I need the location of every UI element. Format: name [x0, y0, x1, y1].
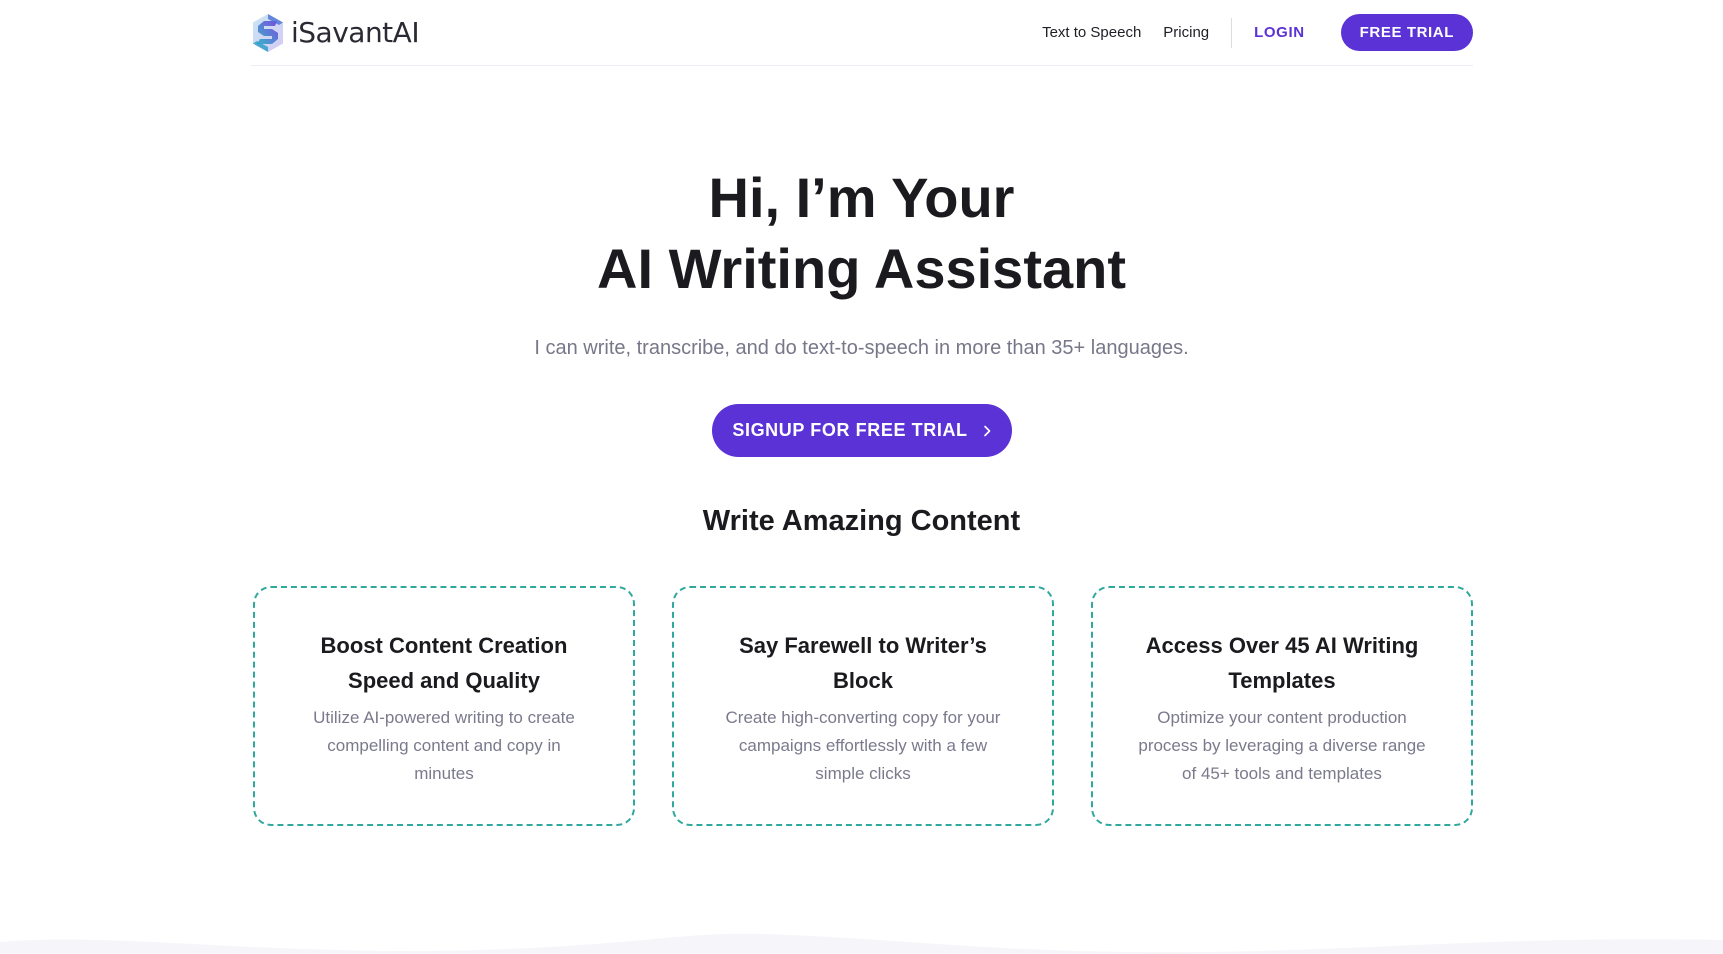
feature-card-description: Create high-converting copy for your cam… [710, 704, 1016, 788]
main-nav: Text to Speech Pricing LOGIN FREE TRIAL [1042, 13, 1473, 53]
card-desc-line: simple clicks [815, 764, 911, 783]
feature-card-writers-block: Say Farewell to Writer’s Block Create hi… [672, 586, 1054, 826]
feature-card-title: Boost Content Creation Speed and Quality [291, 628, 597, 698]
signup-button-label: SIGNUP FOR FREE TRIAL [732, 420, 968, 440]
nav-link-text-to-speech[interactable]: Text to Speech [1042, 24, 1141, 41]
card-desc-line: campaigns effortlessly with a few [738, 736, 988, 755]
feature-card-title: Say Farewell to Writer’s Block [710, 628, 1016, 698]
page: iSavantAI Text to Speech Pricing LOGIN F… [0, 0, 1723, 954]
hero-title-line-1: Hi, I’m Your [708, 166, 1015, 229]
card-title-line: Access Over 45 AI Writing [1145, 633, 1419, 658]
hero-title: Hi, I’m Your AI Writing Assistant [0, 162, 1723, 304]
card-title-line: Speed and Quality [348, 668, 540, 693]
card-title-line: Templates [1228, 668, 1336, 693]
hero-title-line-2: AI Writing Assistant [597, 237, 1126, 300]
login-link[interactable]: LOGIN [1254, 24, 1305, 41]
isavantai-logo-icon [253, 13, 283, 52]
features-section-title: Write Amazing Content [702, 505, 1021, 537]
bottom-wave-decoration [0, 933, 1723, 954]
feature-card-title: Access Over 45 AI Writing Templates [1129, 628, 1435, 698]
card-desc-line: compelling content and copy in [327, 736, 561, 755]
feature-cards: Boost Content Creation Speed and Quality… [253, 586, 1473, 830]
feature-card-description: Utilize AI-powered writing to create com… [291, 704, 597, 788]
signup-free-trial-button[interactable]: SIGNUP FOR FREE TRIAL [712, 404, 1012, 457]
brand-name: iSavantAI [291, 16, 420, 49]
feature-card-speed-quality: Boost Content Creation Speed and Quality… [253, 586, 635, 826]
card-desc-line: minutes [414, 764, 474, 783]
card-desc-line: Utilize AI-powered writing to create [313, 708, 575, 727]
card-title-line: Boost Content Creation [320, 633, 568, 658]
feature-card-templates: Access Over 45 AI Writing Templates Opti… [1091, 586, 1473, 826]
card-desc-line: process by leveraging a diverse range [1138, 736, 1426, 755]
card-title-line: Block [833, 668, 893, 693]
site-header: iSavantAI Text to Speech Pricing LOGIN F… [251, 0, 1473, 66]
nav-divider [1231, 17, 1233, 48]
brand[interactable]: iSavantAI [251, 13, 420, 53]
card-desc-line: Create high-converting copy for your [725, 708, 1001, 727]
free-trial-button[interactable]: FREE TRIAL [1340, 14, 1473, 51]
chevron-right-icon [983, 425, 990, 436]
feature-card-description: Optimize your content production process… [1129, 704, 1435, 788]
hero-subtitle: I can write, transcribe, and do text-to-… [534, 337, 1189, 359]
nav-link-pricing[interactable]: Pricing [1163, 24, 1209, 41]
card-desc-line: of 45+ tools and templates [1182, 764, 1382, 783]
card-desc-line: Optimize your content production [1157, 708, 1407, 727]
card-title-line: Say Farewell to Writer’s [739, 633, 987, 658]
